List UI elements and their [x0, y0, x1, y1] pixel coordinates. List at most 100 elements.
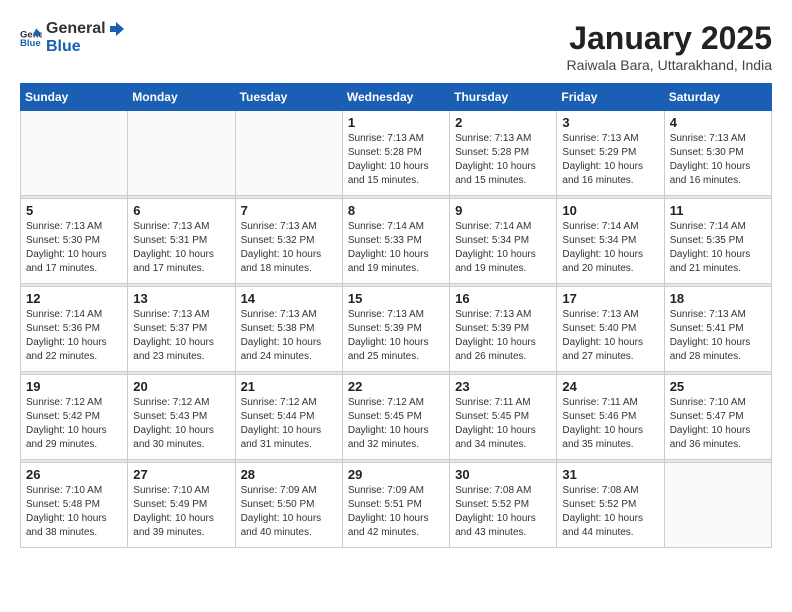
header-monday: Monday	[128, 84, 235, 111]
cell-w3-d1: 13Sunrise: 7:13 AMSunset: 5:37 PMDayligh…	[128, 287, 235, 372]
cell-w3-d3: 15 Sunrise: 7:13 AMSunset: 5:39 PMDayligh…	[342, 287, 449, 372]
cell-info-24: Sunrise: 7:11 AMSunset: 5:46 PMDaylight:…	[562, 396, 658, 452]
week-row-4: 19 Sunrise: 7:12 AMSunset: 5:42 PMDayligh…	[21, 375, 772, 460]
cell-info-8: Sunrise: 7:14 AMSunset: 5:33 PMDaylight:…	[348, 220, 444, 276]
date-11: 11	[670, 203, 766, 218]
cell-w3-d5: 17Sunrise: 7:13 AMSunset: 5:40 PMDayligh…	[557, 287, 664, 372]
cell-w3-d0: 12Sunrise: 7:14 AMSunset: 5:36 PMDayligh…	[21, 287, 128, 372]
cell-info-15: Sunrise: 7:13 AMSunset: 5:39 PMDaylight:…	[348, 308, 444, 364]
logo-general-text: General	[46, 20, 106, 38]
cell-info-6: Sunrise: 7:13 AMSunset: 5:31 PMDaylight:…	[133, 220, 229, 276]
cell-w4-d2: 21 Sunrise: 7:12 AMSunset: 5:44 PMDayligh…	[235, 375, 342, 460]
cell-w5-d3: 29Sunrise: 7:09 AMSunset: 5:51 PMDayligh…	[342, 463, 449, 548]
cell-info-20: Sunrise: 7:12 AMSunset: 5:43 PMDaylight:…	[133, 396, 229, 452]
cell-w2-d2: 7 Sunrise: 7:13 AMSunset: 5:32 PMDaylight…	[235, 199, 342, 284]
calendar-subtitle: Raiwala Bara, Uttarakhand, India	[567, 57, 772, 73]
header-friday: Friday	[557, 84, 664, 111]
date-27: 27	[133, 467, 229, 482]
logo-arrow-icon	[108, 20, 126, 38]
cell-w4-d3: 22Sunrise: 7:12 AMSunset: 5:45 PMDayligh…	[342, 375, 449, 460]
date-7: 7	[241, 203, 337, 218]
cell-info-11: Sunrise: 7:14 AMSunset: 5:35 PMDaylight:…	[670, 220, 766, 276]
cell-w1-d1	[128, 111, 235, 196]
cell-info-10: Sunrise: 7:14 AMSunset: 5:34 PMDaylight:…	[562, 220, 658, 276]
date-16: 16	[455, 291, 551, 306]
svg-text:Blue: Blue	[20, 38, 41, 49]
header-saturday: Saturday	[664, 84, 771, 111]
date-19: 19	[26, 379, 122, 394]
date-9: 9	[455, 203, 551, 218]
cell-info-19: Sunrise: 7:12 AMSunset: 5:42 PMDaylight:…	[26, 396, 122, 452]
date-23: 23	[455, 379, 551, 394]
date-10: 10	[562, 203, 658, 218]
cell-w1-d3: 1 Sunrise: 7:13 AMSunset: 5:28 PMDaylight…	[342, 111, 449, 196]
date-26: 26	[26, 467, 122, 482]
cell-w1-d6: 4Sunrise: 7:13 AMSunset: 5:30 PMDaylight…	[664, 111, 771, 196]
cell-w1-d2	[235, 111, 342, 196]
date-3: 3	[562, 115, 658, 130]
cell-info-28: Sunrise: 7:09 AMSunset: 5:50 PMDaylight:…	[241, 484, 337, 540]
logo: General Blue General Blue	[20, 20, 126, 56]
cell-info-16: Sunrise: 7:13 AMSunset: 5:39 PMDaylight:…	[455, 308, 551, 364]
week-row-5: 26 Sunrise: 7:10 AMSunset: 5:48 PMDayligh…	[21, 463, 772, 548]
date-15: 15	[348, 291, 444, 306]
date-28: 28	[241, 467, 337, 482]
cell-w5-d5: 31 Sunrise: 7:08 AMSunset: 5:52 PMDayligh…	[557, 463, 664, 548]
cell-w1-d5: 3 Sunrise: 7:13 AMSunset: 5:29 PMDaylight…	[557, 111, 664, 196]
date-25: 25	[670, 379, 766, 394]
cell-info-31: Sunrise: 7:08 AMSunset: 5:52 PMDaylight:…	[562, 484, 658, 540]
cell-w5-d0: 26 Sunrise: 7:10 AMSunset: 5:48 PMDayligh…	[21, 463, 128, 548]
date-4: 4	[670, 115, 766, 130]
cell-info-26: Sunrise: 7:10 AMSunset: 5:48 PMDaylight:…	[26, 484, 122, 540]
header-sunday: Sunday	[21, 84, 128, 111]
cell-info-13: Sunrise: 7:13 AMSunset: 5:37 PMDaylight:…	[133, 308, 229, 364]
header-wednesday: Wednesday	[342, 84, 449, 111]
cell-w2-d3: 8Sunrise: 7:14 AMSunset: 5:33 PMDaylight…	[342, 199, 449, 284]
cell-info-27: Sunrise: 7:10 AMSunset: 5:49 PMDaylight:…	[133, 484, 229, 540]
date-14: 14	[241, 291, 337, 306]
cell-info-14: Sunrise: 7:13 AMSunset: 5:38 PMDaylight:…	[241, 308, 337, 364]
cell-w3-d2: 14 Sunrise: 7:13 AMSunset: 5:38 PMDayligh…	[235, 287, 342, 372]
date-2: 2	[455, 115, 551, 130]
cell-w3-d4: 16 Sunrise: 7:13 AMSunset: 5:39 PMDayligh…	[450, 287, 557, 372]
calendar-title: January 2025	[567, 20, 772, 57]
cell-info-29: Sunrise: 7:09 AMSunset: 5:51 PMDaylight:…	[348, 484, 444, 540]
cell-w2-d1: 6 Sunrise: 7:13 AMSunset: 5:31 PMDaylight…	[128, 199, 235, 284]
date-31: 31	[562, 467, 658, 482]
logo-icon: General Blue	[20, 27, 42, 49]
cell-info-21: Sunrise: 7:12 AMSunset: 5:44 PMDaylight:…	[241, 396, 337, 452]
cell-w2-d4: 9Sunrise: 7:14 AMSunset: 5:34 PMDaylight…	[450, 199, 557, 284]
header-thursday: Thursday	[450, 84, 557, 111]
cell-info-3: Sunrise: 7:13 AMSunset: 5:29 PMDaylight:…	[562, 132, 658, 188]
date-30: 30	[455, 467, 551, 482]
cell-w4-d6: 25Sunrise: 7:10 AMSunset: 5:47 PMDayligh…	[664, 375, 771, 460]
cell-w4-d4: 23 Sunrise: 7:11 AMSunset: 5:45 PMDayligh…	[450, 375, 557, 460]
cell-info-7: Sunrise: 7:13 AMSunset: 5:32 PMDaylight:…	[241, 220, 337, 276]
calendar-table: SundayMondayTuesdayWednesdayThursdayFrid…	[20, 83, 772, 548]
cell-w5-d6	[664, 463, 771, 548]
title-section: January 2025 Raiwala Bara, Uttarakhand, …	[567, 20, 772, 73]
cell-w4-d0: 19 Sunrise: 7:12 AMSunset: 5:42 PMDayligh…	[21, 375, 128, 460]
cell-info-23: Sunrise: 7:11 AMSunset: 5:45 PMDaylight:…	[455, 396, 551, 452]
date-6: 6	[133, 203, 229, 218]
date-22: 22	[348, 379, 444, 394]
cell-info-30: Sunrise: 7:08 AMSunset: 5:52 PMDaylight:…	[455, 484, 551, 540]
date-20: 20	[133, 379, 229, 394]
header-row: SundayMondayTuesdayWednesdayThursdayFrid…	[21, 84, 772, 111]
date-5: 5	[26, 203, 122, 218]
date-1: 1	[348, 115, 444, 130]
cell-w2-d5: 10 Sunrise: 7:14 AMSunset: 5:34 PMDayligh…	[557, 199, 664, 284]
date-17: 17	[562, 291, 658, 306]
week-row-3: 12Sunrise: 7:14 AMSunset: 5:36 PMDayligh…	[21, 287, 772, 372]
date-18: 18	[670, 291, 766, 306]
cell-w4-d1: 20 Sunrise: 7:12 AMSunset: 5:43 PMDayligh…	[128, 375, 235, 460]
cell-w3-d6: 18Sunrise: 7:13 AMSunset: 5:41 PMDayligh…	[664, 287, 771, 372]
cell-w5-d1: 27 Sunrise: 7:10 AMSunset: 5:49 PMDayligh…	[128, 463, 235, 548]
date-24: 24	[562, 379, 658, 394]
cell-w2-d0: 5Sunrise: 7:13 AMSunset: 5:30 PMDaylight…	[21, 199, 128, 284]
date-21: 21	[241, 379, 337, 394]
cell-info-1: Sunrise: 7:13 AMSunset: 5:28 PMDaylight:…	[348, 132, 444, 188]
logo-blue-text: Blue	[46, 38, 126, 56]
cell-info-12: Sunrise: 7:14 AMSunset: 5:36 PMDaylight:…	[26, 308, 122, 364]
header: General Blue General Blue January 2025 R…	[20, 20, 772, 73]
